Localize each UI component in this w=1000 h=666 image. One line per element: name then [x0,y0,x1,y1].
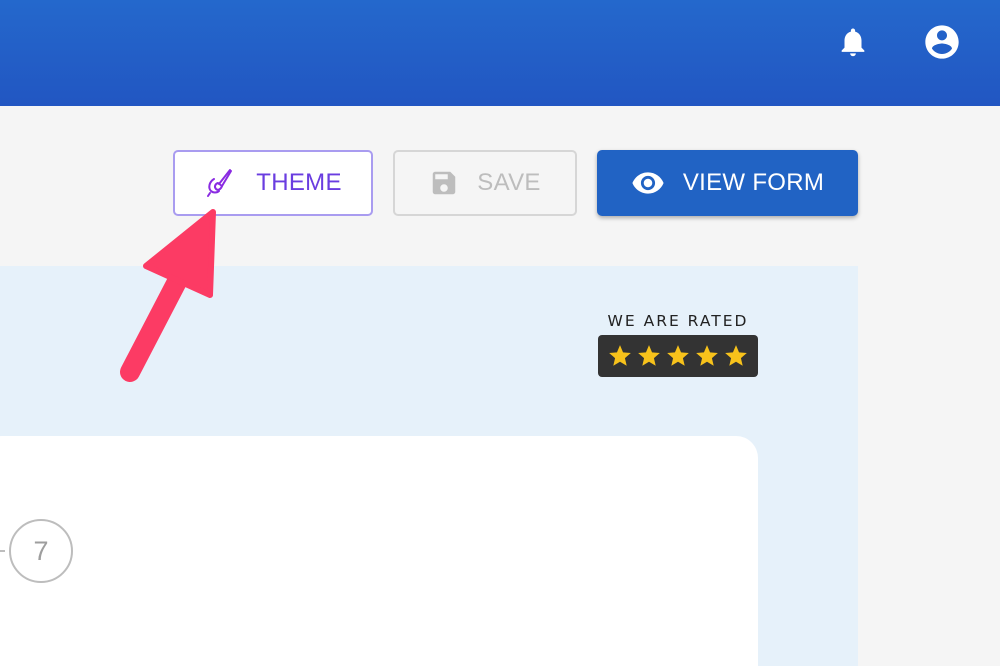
top-app-bar [0,0,1000,106]
view-form-button-label: VIEW FORM [682,169,825,196]
step-number: 7 [33,535,49,566]
step-indicator[interactable]: 7 [9,519,73,583]
star-icon [609,345,631,366]
rating-badge-label: WE ARE RATED [607,312,749,330]
star-icon [725,345,747,366]
step-connector [0,550,5,552]
view-form-button[interactable]: VIEW FORM [597,150,858,216]
star-icon [696,345,718,366]
star-icon [638,345,660,366]
bell-icon [841,28,865,57]
account-button[interactable] [920,20,964,64]
theme-button-label: THEME [256,169,342,196]
form-card [0,436,758,666]
rating-stars [598,335,758,377]
save-button[interactable]: SAVE [393,150,577,216]
star-icon [667,345,689,366]
paintbrush-icon [204,166,238,200]
annotation-arrow-icon [120,209,216,382]
floppy-disk-icon [429,168,459,198]
save-button-label: SAVE [477,169,541,196]
eye-icon [631,166,665,200]
account-circle-icon [925,25,959,59]
notifications-button[interactable] [831,20,875,64]
rating-badge: WE ARE RATED [598,312,758,377]
